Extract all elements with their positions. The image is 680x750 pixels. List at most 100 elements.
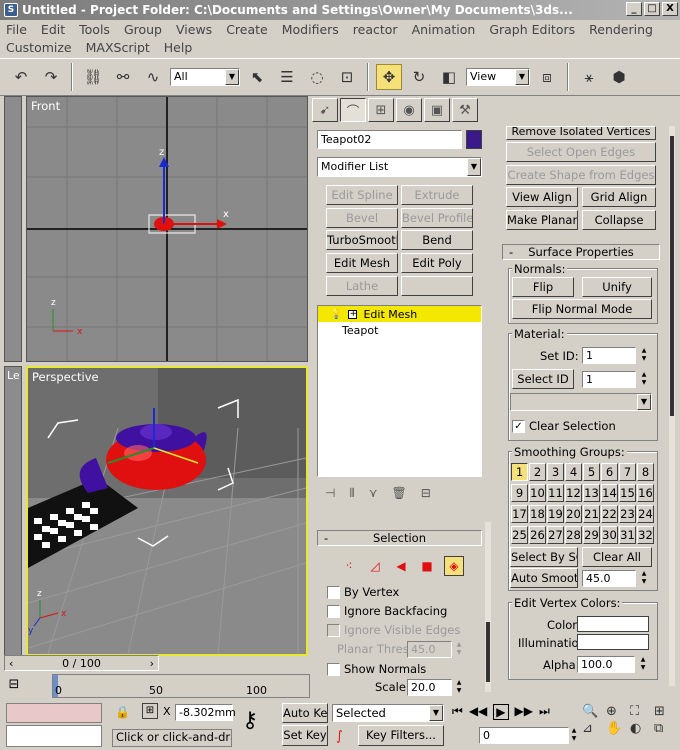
menu-graph-editors[interactable]: Graph Editors bbox=[489, 22, 575, 37]
front-viewport[interactable]: z x z x Front bbox=[26, 96, 308, 362]
smoothing-group-12[interactable]: 12 bbox=[565, 484, 582, 502]
maxscript-listener-mini[interactable] bbox=[6, 703, 102, 723]
smoothing-group-6[interactable]: 6 bbox=[601, 463, 618, 481]
close-button[interactable]: X bbox=[662, 2, 678, 16]
smoothing-group-27[interactable]: 27 bbox=[547, 526, 564, 544]
object-name-field[interactable]: Teapot02 bbox=[317, 130, 462, 149]
smoothing-group-10[interactable]: 10 bbox=[529, 484, 546, 502]
scale-field[interactable]: 20.0 bbox=[407, 679, 452, 696]
select-and-move-icon[interactable]: ✥ bbox=[376, 64, 402, 90]
smoothing-group-32[interactable]: 32 bbox=[637, 526, 654, 544]
polygon-level-icon[interactable]: ■ bbox=[418, 559, 436, 573]
menu-modifiers[interactable]: Modifiers bbox=[282, 22, 339, 37]
maxscript-input[interactable] bbox=[6, 725, 102, 747]
smoothing-group-29[interactable]: 29 bbox=[583, 526, 600, 544]
clear-selection-checkbox[interactable]: ✓ bbox=[512, 420, 525, 433]
perspective-viewport[interactable]: z x y Perspective bbox=[26, 366, 308, 656]
auto-smooth-spinner[interactable]: ▲ ▼ bbox=[639, 570, 649, 587]
select-and-rotate-icon[interactable]: ↻ bbox=[406, 64, 432, 90]
set-key-button[interactable]: Set Key bbox=[282, 725, 328, 746]
lightbulb-icon[interactable]: 💡 bbox=[330, 309, 342, 320]
empty-modifier-button[interactable] bbox=[401, 276, 473, 296]
pan-icon[interactable]: ✋ bbox=[606, 721, 628, 736]
menu-animation[interactable]: Animation bbox=[412, 22, 476, 37]
alpha-field[interactable]: 100.0 bbox=[577, 656, 635, 673]
auto-smooth-threshold-field[interactable]: 45.0 bbox=[582, 570, 636, 587]
play-icon[interactable]: ▶ bbox=[493, 704, 509, 720]
smoothing-group-31[interactable]: 31 bbox=[619, 526, 636, 544]
smoothing-group-3[interactable]: 3 bbox=[547, 463, 564, 481]
menu-group[interactable]: Group bbox=[124, 22, 162, 37]
bevel-profile-button[interactable]: Bevel Profile bbox=[401, 208, 473, 228]
modifier-stack[interactable]: 💡 + Edit Mesh Teapot bbox=[317, 305, 482, 477]
time-slider-next-icon[interactable]: › bbox=[150, 657, 154, 670]
set-key-mode-icon[interactable]: ⚷ bbox=[242, 708, 258, 733]
left-panel-scrollbar[interactable] bbox=[485, 522, 491, 692]
surface-properties-rollout-header[interactable]: - Surface Properties bbox=[502, 244, 660, 260]
clear-all-button[interactable]: Clear All bbox=[582, 547, 652, 567]
smoothing-group-5[interactable]: 5 bbox=[583, 463, 600, 481]
auto-key-button[interactable]: Auto Key bbox=[282, 703, 328, 723]
element-level-icon[interactable]: ◈ bbox=[444, 556, 464, 576]
auto-smooth-button[interactable]: Auto Smooth bbox=[510, 568, 578, 588]
smoothing-group-4[interactable]: 4 bbox=[565, 463, 582, 481]
zoom-extents-all-icon[interactable]: ⊞ bbox=[654, 704, 676, 719]
smoothing-group-19[interactable]: 19 bbox=[547, 505, 564, 523]
create-tab-icon[interactable]: ➹ bbox=[312, 98, 338, 122]
right-panel-scroll-thumb[interactable] bbox=[670, 136, 674, 416]
edit-mesh-button[interactable]: Edit Mesh bbox=[326, 253, 398, 273]
smoothing-group-25[interactable]: 25 bbox=[511, 526, 528, 544]
select-id-field[interactable]: 1 bbox=[582, 371, 636, 388]
mirror-icon[interactable]: ⚹ bbox=[576, 64, 602, 90]
show-end-result-icon[interactable]: ⦀ bbox=[349, 486, 354, 501]
edge-level-icon[interactable]: ◿ bbox=[366, 559, 384, 573]
menu-maxscript[interactable]: MAXScript bbox=[86, 40, 150, 55]
extrude-button[interactable]: Extrude bbox=[401, 185, 473, 205]
smoothing-group-21[interactable]: 21 bbox=[583, 505, 600, 523]
smoothing-group-30[interactable]: 30 bbox=[601, 526, 618, 544]
right-panel-scrollbar[interactable] bbox=[669, 126, 675, 686]
bevel-button[interactable]: Bevel bbox=[326, 208, 398, 228]
time-slider[interactable]: ‹ 0 / 100 › bbox=[4, 655, 159, 671]
flip-normal-mode-button[interactable]: Flip Normal Mode bbox=[512, 299, 652, 319]
selection-filter-dropdown[interactable]: All ▼ bbox=[170, 68, 240, 86]
grid-align-button[interactable]: Grid Align bbox=[582, 187, 656, 207]
modifier-list-dropdown[interactable]: Modifier List ▼ bbox=[317, 157, 482, 177]
smoothing-group-2[interactable]: 2 bbox=[529, 463, 546, 481]
scale-spinner[interactable]: ▲ ▼ bbox=[454, 679, 464, 696]
smoothing-group-17[interactable]: 17 bbox=[511, 505, 528, 523]
smoothing-group-28[interactable]: 28 bbox=[565, 526, 582, 544]
left-panel-scroll-thumb[interactable] bbox=[486, 622, 490, 682]
smoothing-group-15[interactable]: 15 bbox=[619, 484, 636, 502]
set-id-field[interactable]: 1 bbox=[582, 347, 636, 364]
ignore-backfacing-checkbox[interactable] bbox=[327, 605, 340, 618]
edit-spline-button[interactable]: Edit Spline bbox=[326, 185, 398, 205]
lathe-button[interactable]: Lathe bbox=[326, 276, 398, 296]
selection-rollout-header[interactable]: - Selection bbox=[317, 530, 482, 546]
smoothing-group-8[interactable]: 8 bbox=[637, 463, 654, 481]
curve-editor-icon[interactable]: ⊟ bbox=[4, 674, 24, 696]
smoothing-group-24[interactable]: 24 bbox=[637, 505, 654, 523]
select-open-edges-button[interactable]: Select Open Edges bbox=[506, 142, 656, 162]
lock-selection-icon[interactable]: 🔒 bbox=[115, 705, 130, 719]
illumination-color-swatch[interactable] bbox=[577, 634, 649, 650]
stack-item-edit-mesh[interactable]: 💡 + Edit Mesh bbox=[318, 306, 481, 322]
menu-help[interactable]: Help bbox=[164, 40, 193, 55]
edit-poly-button[interactable]: Edit Poly bbox=[401, 253, 473, 273]
smoothing-group-1[interactable]: 1 bbox=[511, 463, 528, 481]
perspective-viewport-label[interactable]: Perspective bbox=[32, 370, 99, 384]
display-tab-icon[interactable]: ▣ bbox=[424, 98, 450, 122]
remove-modifier-icon[interactable]: 🗑 bbox=[392, 486, 407, 500]
absolute-mode-icon[interactable]: ⊞ bbox=[142, 703, 158, 719]
smoothing-group-20[interactable]: 20 bbox=[565, 505, 582, 523]
menu-rendering[interactable]: Rendering bbox=[589, 22, 653, 37]
undo-icon[interactable]: ↶ bbox=[8, 64, 34, 90]
key-set-dropdown[interactable]: Selected ▼ bbox=[332, 704, 444, 722]
menu-file[interactable]: File bbox=[6, 22, 27, 37]
menu-reactor[interactable]: reactor bbox=[353, 22, 398, 37]
smoothing-group-16[interactable]: 16 bbox=[637, 484, 654, 502]
time-slider-prev-icon[interactable]: ‹ bbox=[9, 657, 13, 670]
menu-views[interactable]: Views bbox=[176, 22, 212, 37]
vertex-level-icon[interactable]: ⁖ bbox=[340, 559, 358, 573]
smoothing-group-13[interactable]: 13 bbox=[583, 484, 600, 502]
